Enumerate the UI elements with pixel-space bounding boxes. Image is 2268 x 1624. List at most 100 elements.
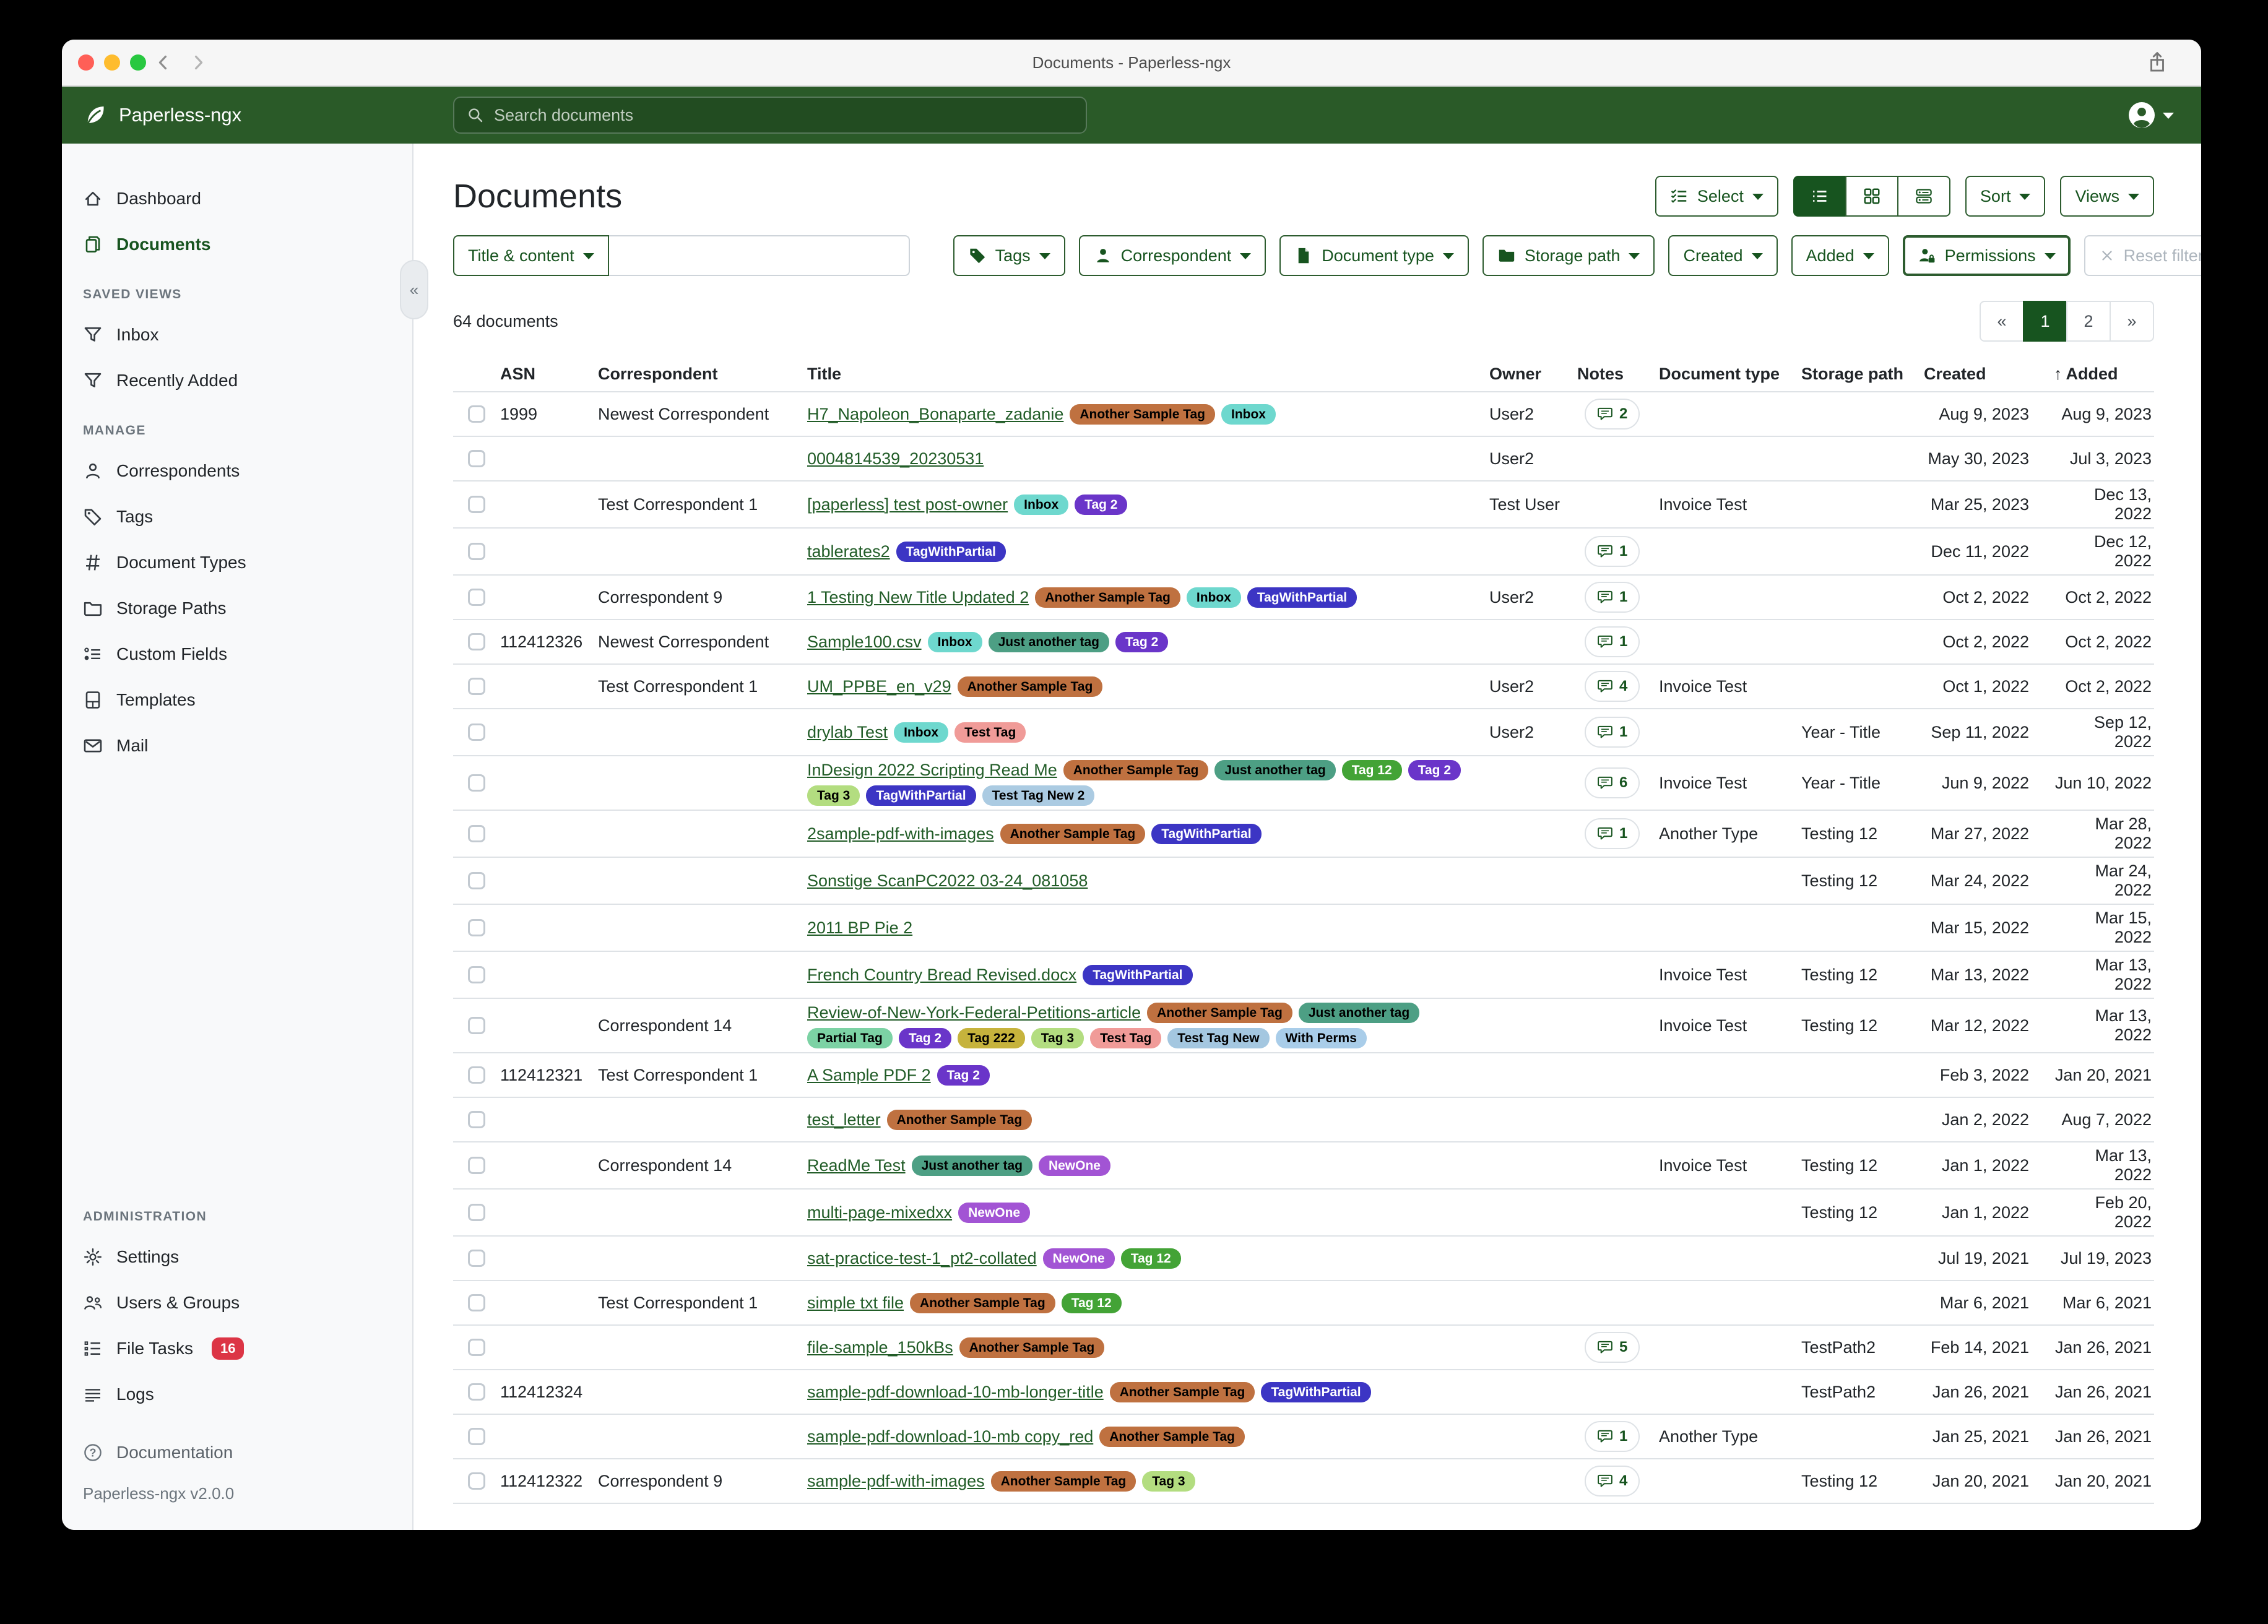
- notes-badge[interactable]: 5: [1585, 1332, 1640, 1363]
- document-title-link[interactable]: Sample100.csv: [807, 633, 922, 652]
- row-checkbox[interactable]: [468, 872, 485, 889]
- row-checkbox[interactable]: [468, 405, 485, 423]
- document-title-link[interactable]: 1 Testing New Title Updated 2: [807, 588, 1029, 607]
- document-title-link[interactable]: file-sample_150kBs: [807, 1338, 953, 1357]
- row-checkbox[interactable]: [468, 1383, 485, 1401]
- document-title-link[interactable]: 2011 BP Pie 2: [807, 918, 912, 938]
- document-title-link[interactable]: Review-of-New-York-Federal-Petitions-art…: [807, 1003, 1141, 1022]
- title-content-search-input[interactable]: [609, 235, 910, 276]
- tag-chip-test-tag-new-2[interactable]: Test Tag New 2: [982, 785, 1095, 806]
- view-mode-grid-button[interactable]: [1845, 176, 1898, 217]
- sidebar-item-documentation[interactable]: ?Documentation: [62, 1430, 412, 1475]
- pagination-prev-button[interactable]: «: [1980, 301, 2024, 342]
- sidebar-item-document-types[interactable]: Document Types: [62, 540, 412, 585]
- pagination-next-button[interactable]: »: [2110, 301, 2154, 342]
- filter-created-button[interactable]: Created: [1668, 235, 1777, 276]
- tag-chip-tag-12[interactable]: Tag 12: [1062, 1293, 1122, 1313]
- sidebar-item-file-tasks[interactable]: File Tasks16: [62, 1326, 412, 1371]
- row-checkbox[interactable]: [468, 825, 485, 842]
- tag-chip-another-sample-tag[interactable]: Another Sample Tag: [959, 1337, 1105, 1358]
- notes-badge[interactable]: 4: [1585, 1466, 1640, 1497]
- tag-chip-another-sample-tag[interactable]: Another Sample Tag: [991, 1471, 1136, 1492]
- tag-chip-partial-tag[interactable]: Partial Tag: [807, 1028, 893, 1048]
- document-title-link[interactable]: UM_PPBE_en_v29: [807, 677, 951, 696]
- tag-chip-test-tag[interactable]: Test Tag: [1090, 1028, 1161, 1048]
- document-title-link[interactable]: InDesign 2022 Scripting Read Me: [807, 761, 1057, 780]
- search-input[interactable]: [494, 106, 1073, 125]
- sidebar-item-custom-fields[interactable]: Custom Fields: [62, 631, 412, 677]
- search-field-selector-button[interactable]: Title & content: [453, 235, 609, 276]
- tag-chip-another-sample-tag[interactable]: Another Sample Tag: [1035, 587, 1180, 608]
- sidebar-item-logs[interactable]: Logs: [62, 1371, 412, 1417]
- document-title-link[interactable]: test_letter: [807, 1110, 881, 1129]
- sidebar-collapse-button[interactable]: «: [400, 260, 428, 319]
- document-title-link[interactable]: multi-page-mixedxx: [807, 1203, 952, 1222]
- column-header-created[interactable]: Created: [1924, 365, 2054, 384]
- tag-chip-tagwithpartial[interactable]: TagWithPartial: [1247, 587, 1357, 608]
- tag-chip-tag-2[interactable]: Tag 2: [1115, 632, 1168, 652]
- sidebar-item-templates[interactable]: Templates: [62, 677, 412, 723]
- tag-chip-tag-222[interactable]: Tag 222: [958, 1028, 1025, 1048]
- view-mode-cards-button[interactable]: [1897, 176, 1950, 217]
- sidebar-item-tags[interactable]: Tags: [62, 494, 412, 540]
- tag-chip-tag-2[interactable]: Tag 2: [899, 1028, 951, 1048]
- row-checkbox[interactable]: [468, 1294, 485, 1311]
- tag-chip-another-sample-tag[interactable]: Another Sample Tag: [910, 1293, 1055, 1313]
- view-mode-list-button[interactable]: [1793, 176, 1846, 217]
- tag-chip-another-sample-tag[interactable]: Another Sample Tag: [1110, 1382, 1255, 1402]
- row-checkbox[interactable]: [468, 919, 485, 936]
- filter-document-type-button[interactable]: Document type: [1279, 235, 1469, 276]
- sort-button[interactable]: Sort: [1965, 176, 2046, 217]
- tag-chip-another-sample-tag[interactable]: Another Sample Tag: [887, 1110, 1032, 1130]
- tag-chip-tag-3[interactable]: Tag 3: [1142, 1471, 1195, 1492]
- document-title-link[interactable]: H7_Napoleon_Bonaparte_zadanie: [807, 405, 1063, 424]
- notes-badge[interactable]: 1: [1585, 1421, 1640, 1452]
- filter-correspondent-button[interactable]: Correspondent: [1079, 235, 1266, 276]
- document-title-link[interactable]: sat-practice-test-1_pt2-collated: [807, 1249, 1037, 1268]
- pagination-page-2-button[interactable]: 2: [2066, 301, 2111, 342]
- notes-badge[interactable]: 1: [1585, 536, 1640, 567]
- tag-chip-tag-3[interactable]: Tag 3: [807, 785, 860, 806]
- notes-badge[interactable]: 4: [1585, 671, 1640, 702]
- row-checkbox[interactable]: [468, 633, 485, 650]
- tag-chip-just-another-tag[interactable]: Just another tag: [912, 1155, 1032, 1176]
- tag-chip-another-sample-tag[interactable]: Another Sample Tag: [1070, 404, 1215, 425]
- sidebar-item-dashboard[interactable]: Dashboard: [62, 176, 412, 222]
- document-title-link[interactable]: Sonstige ScanPC2022 03-24_081058: [807, 871, 1088, 891]
- tag-chip-inbox[interactable]: Inbox: [1187, 587, 1241, 608]
- document-title-link[interactable]: ReadMe Test: [807, 1156, 906, 1175]
- row-checkbox[interactable]: [468, 774, 485, 792]
- pagination-page-1-button[interactable]: 1: [2023, 301, 2067, 342]
- sidebar-item-inbox[interactable]: Inbox: [62, 312, 412, 358]
- document-title-link[interactable]: 2sample-pdf-with-images: [807, 824, 994, 844]
- row-checkbox[interactable]: [468, 1157, 485, 1174]
- sidebar-item-storage-paths[interactable]: Storage Paths: [62, 585, 412, 631]
- column-header-storage-path[interactable]: Storage path: [1801, 365, 1924, 384]
- notes-badge[interactable]: 1: [1585, 582, 1640, 613]
- tag-chip-tagwithpartial[interactable]: TagWithPartial: [866, 785, 976, 806]
- row-checkbox[interactable]: [468, 1250, 485, 1267]
- tag-chip-tag-3[interactable]: Tag 3: [1031, 1028, 1084, 1048]
- row-checkbox[interactable]: [468, 450, 485, 467]
- tag-chip-tag-12[interactable]: Tag 12: [1342, 760, 1402, 780]
- views-button[interactable]: Views: [2060, 176, 2154, 217]
- global-search[interactable]: [453, 97, 1087, 134]
- tag-chip-tagwithpartial[interactable]: TagWithPartial: [1261, 1382, 1370, 1402]
- tag-chip-another-sample-tag[interactable]: Another Sample Tag: [1099, 1427, 1245, 1447]
- tag-chip-tagwithpartial[interactable]: TagWithPartial: [1083, 965, 1192, 985]
- tag-chip-inbox[interactable]: Inbox: [928, 632, 982, 652]
- tag-chip-newone[interactable]: NewOne: [1039, 1155, 1110, 1176]
- tag-chip-with-perms[interactable]: With Perms: [1276, 1028, 1367, 1048]
- tag-chip-tagwithpartial[interactable]: TagWithPartial: [896, 542, 1006, 562]
- user-menu[interactable]: [2127, 100, 2174, 130]
- zoom-window-button[interactable]: [130, 54, 146, 71]
- tag-chip-tag-2[interactable]: Tag 2: [1075, 495, 1127, 515]
- tag-chip-newone[interactable]: NewOne: [1043, 1248, 1115, 1269]
- column-header-document-type[interactable]: Document type: [1659, 365, 1801, 384]
- tag-chip-another-sample-tag[interactable]: Another Sample Tag: [958, 676, 1103, 697]
- sidebar-item-users-groups[interactable]: Users & Groups: [62, 1280, 412, 1326]
- notes-badge[interactable]: 2: [1585, 399, 1640, 430]
- tag-chip-test-tag-new[interactable]: Test Tag New: [1167, 1028, 1269, 1048]
- filter-permissions-button[interactable]: Permissions: [1903, 235, 2071, 276]
- column-header-owner[interactable]: Owner: [1489, 365, 1577, 384]
